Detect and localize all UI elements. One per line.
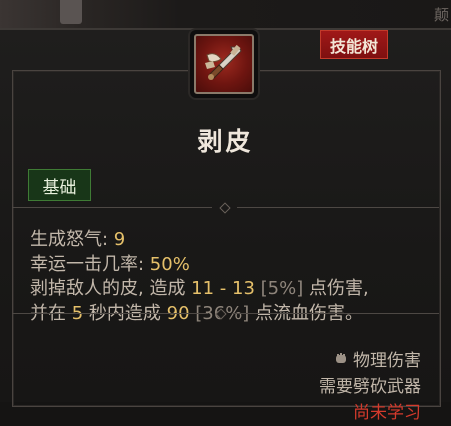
skill-tree-tab[interactable]: 技能树 — [320, 30, 388, 59]
learn-status: 尚未学习 — [353, 403, 421, 423]
desc1-text-b: 点伤害, — [303, 278, 369, 299]
desc1-damage: 11 - 13 — [191, 278, 255, 299]
desc1-text-a: 剥掉敌人的皮, 造成 — [30, 278, 192, 299]
fist-icon — [334, 348, 348, 374]
lucky-hit-label: 幸运一击几率: — [30, 253, 150, 275]
skill-title: 剥皮 — [197, 127, 254, 156]
skill-category-tag: 基础 — [28, 169, 91, 201]
damage-type-row: 物理伤害 — [319, 348, 421, 374]
fury-label: 生成怒气: — [30, 229, 114, 250]
skill-tooltip-panel: 技能树 剥皮 基础 生成怒气: 9 幸运一击几率: 50% 剥掉敌人的皮, 造成… — [0, 28, 451, 423]
background-glyph: 颠 — [433, 6, 449, 24]
description-line-1: 剥掉敌人的皮, 造成 11 - 13 [5%] 点伤害, — [30, 277, 369, 302]
weapon-requirement: 需要劈砍武器 — [319, 377, 421, 397]
lucky-hit-value: 50% — [149, 253, 190, 275]
divider-top — [12, 202, 439, 214]
skill-icon-frame — [190, 30, 258, 98]
divider-bottom — [12, 308, 439, 320]
lucky-hit-line: 幸运一击几率: 50% — [30, 253, 369, 278]
background-element — [60, 0, 82, 24]
flay-skill-icon — [194, 34, 254, 94]
fury-value: 9 — [113, 229, 126, 250]
skill-footer: 物理伤害 需要劈砍武器 尚未学习 — [319, 348, 421, 426]
damage-type-label: 物理伤害 — [353, 351, 421, 371]
desc1-percent: [5%] — [254, 278, 304, 299]
fury-line: 生成怒气: 9 — [30, 228, 369, 253]
